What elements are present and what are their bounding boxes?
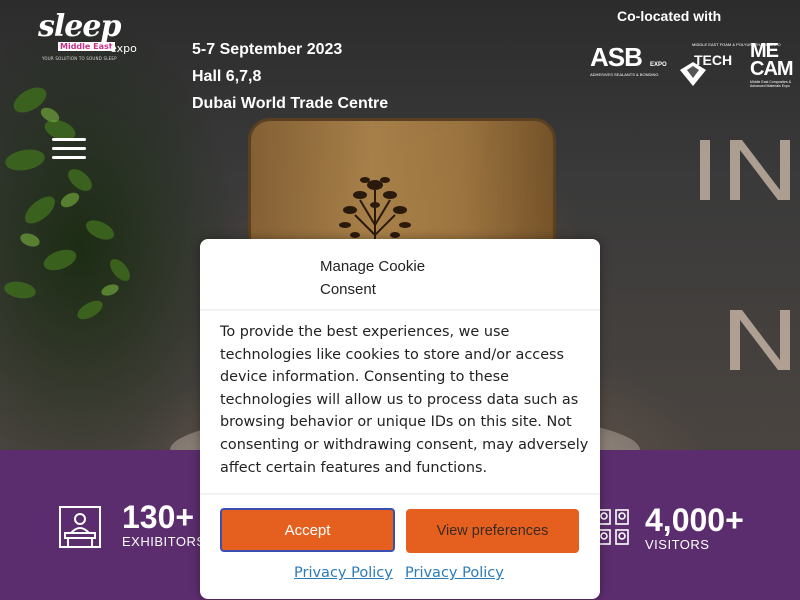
visitors-number: 4,000+: [645, 502, 744, 538]
partner-mecam-logo[interactable]: ME CAM Middle East Composites & Advanced…: [750, 40, 800, 90]
stat-visitors: 4,000+ VISITORS: [645, 503, 744, 552]
asb-tag: EXPO: [650, 62, 667, 68]
foam-tech-name: TECH: [694, 52, 733, 68]
event-info: 5-7 September 2023 Hall 6,7,8 Dubai Worl…: [192, 36, 388, 117]
logo-suffix: expo: [110, 42, 137, 55]
partner-foam-tech-logo[interactable]: MIDDLE EAST FOAM & POLYURETHANE EXPO TEC…: [678, 42, 781, 90]
exhibitors-number: 130+: [122, 499, 195, 535]
exhibitors-label: EXHIBITORS: [122, 534, 206, 549]
cookie-modal-body: To provide the best experiences, we use …: [220, 324, 589, 476]
view-preferences-button[interactable]: View preferences: [406, 509, 579, 553]
wall-letters-decoration: [700, 140, 790, 370]
asb-sub: ADHESIVES SEALANTS & BONDING: [590, 72, 659, 77]
accept-button[interactable]: Accept: [220, 508, 395, 552]
mecam-sub: Middle East Composites & Advanced Materi…: [750, 80, 792, 88]
event-hall: Hall 6,7,8: [192, 68, 262, 85]
stat-exhibitors: 130+ EXHIBITORS: [122, 500, 206, 549]
divider: [200, 309, 600, 311]
exhibitor-booth-icon: [59, 506, 101, 548]
hamburger-menu-icon[interactable]: [52, 138, 86, 162]
logo-word: sleep: [38, 9, 121, 44]
privacy-policy-link[interactable]: Privacy Policy: [294, 565, 393, 581]
logo-region: Middle East: [58, 42, 115, 51]
partner-asb-logo[interactable]: ASB EXPO ADHESIVES SEALANTS & BONDING: [590, 44, 667, 80]
event-venue: Dubai World Trade Centre: [192, 95, 389, 112]
mecam-name: ME CAM: [750, 40, 794, 80]
divider: [200, 493, 600, 495]
visitors-label: VISITORS: [645, 537, 710, 552]
logo-tagline: YOUR SOLUTION TO SOUND SLEEP: [42, 56, 117, 61]
colocated-title: Co-located with: [617, 8, 722, 24]
sleep-expo-logo[interactable]: sleep Middle East expo YOUR SOLUTION TO …: [38, 12, 148, 68]
plant-leaves-decoration: [4, 87, 130, 320]
visitors-icon: [597, 509, 629, 545]
hamburger-line: [52, 156, 86, 159]
privacy-policy-link[interactable]: Privacy Policy: [405, 565, 504, 581]
cookie-consent-modal: Manage Cookie Consent To provide the bes…: [200, 239, 600, 599]
hamburger-line: [52, 147, 86, 150]
cookie-modal-title: Manage Cookie Consent: [320, 258, 426, 298]
hamburger-line: [52, 138, 86, 141]
event-dates: 5-7 September 2023: [192, 41, 343, 58]
